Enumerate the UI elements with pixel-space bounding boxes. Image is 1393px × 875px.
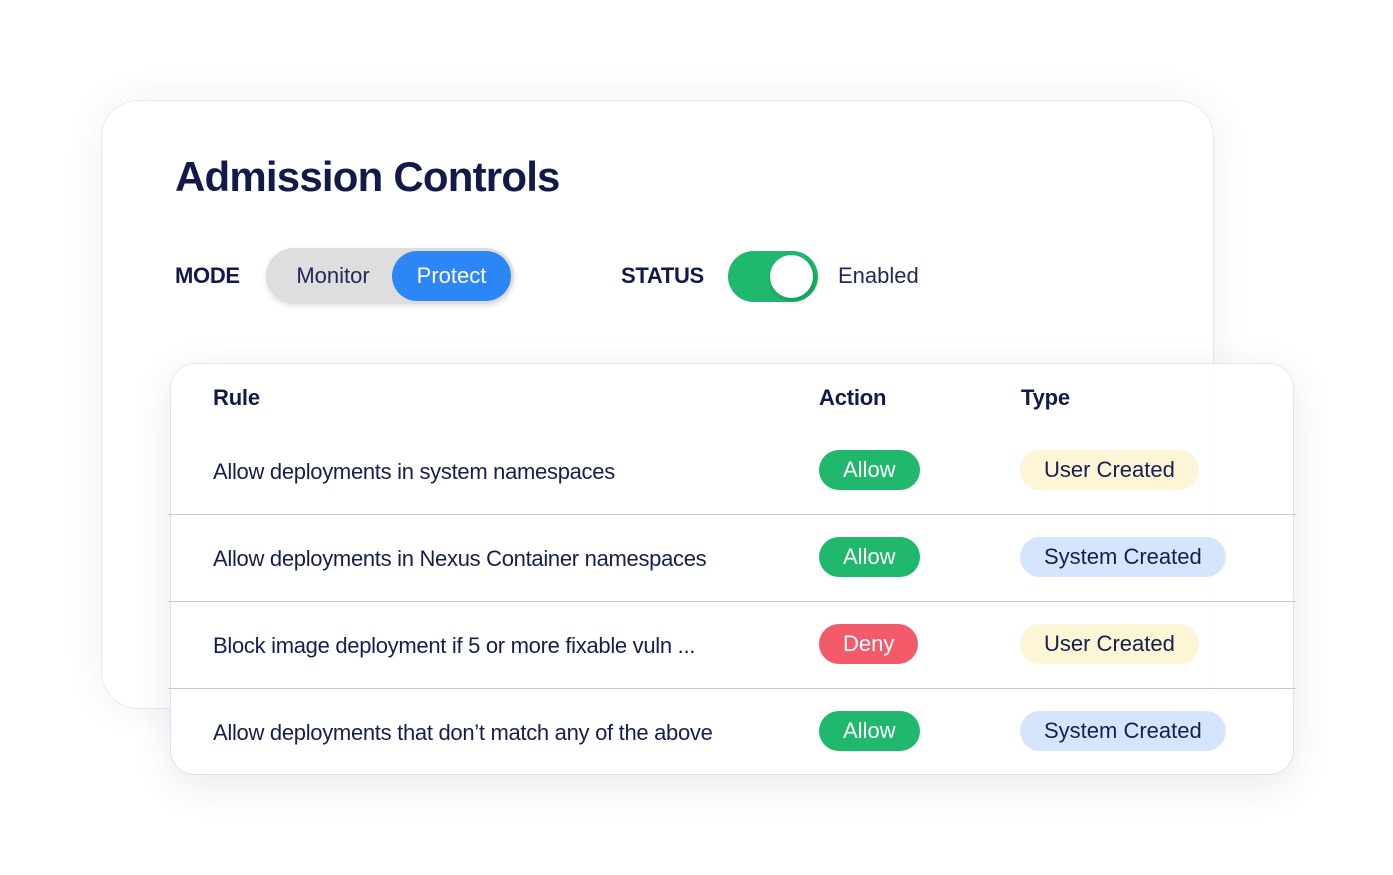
row-divider <box>168 688 1296 689</box>
type-badge-user: User Created <box>1020 450 1199 490</box>
row-divider <box>168 514 1296 515</box>
table-row[interactable]: Allow deployments in Nexus Container nam… <box>168 515 1296 602</box>
column-header-action: Action <box>819 385 887 410</box>
rule-name: Allow deployments in system namespaces <box>213 458 615 484</box>
rule-name: Block image deployment if 5 or more fixa… <box>213 632 696 658</box>
table-row[interactable]: Block image deployment if 5 or more fixa… <box>168 602 1296 689</box>
mode-label: MODE <box>175 263 240 288</box>
mode-option-protect[interactable]: Protect <box>392 251 511 301</box>
row-divider <box>168 601 1296 602</box>
status-toggle[interactable] <box>728 251 818 302</box>
column-header-rule: Rule <box>213 385 260 410</box>
mode-segmented-control: Monitor Protect <box>266 248 514 304</box>
toggle-knob <box>770 255 813 298</box>
table-row[interactable]: Allow deployments that don’t match any o… <box>168 689 1296 776</box>
page-title: Admission Controls <box>175 153 560 200</box>
type-badge-system: System Created <box>1020 537 1226 577</box>
table-row[interactable]: Allow deployments in system namespaces Al… <box>168 428 1296 515</box>
type-badge-system: System Created <box>1020 711 1226 751</box>
type-badge-user: User Created <box>1020 624 1199 664</box>
mode-option-monitor[interactable]: Monitor <box>274 251 392 301</box>
status-label: STATUS <box>621 263 704 288</box>
rule-name: Allow deployments that don’t match any o… <box>213 719 713 745</box>
rule-name: Allow deployments in Nexus Container nam… <box>213 545 707 571</box>
status-value: Enabled <box>838 263 919 288</box>
action-badge-allow: Allow <box>819 450 920 490</box>
action-badge-deny: Deny <box>819 624 919 664</box>
action-badge-allow: Allow <box>819 537 920 577</box>
action-badge-allow: Allow <box>819 711 920 751</box>
column-header-type: Type <box>1021 385 1070 410</box>
